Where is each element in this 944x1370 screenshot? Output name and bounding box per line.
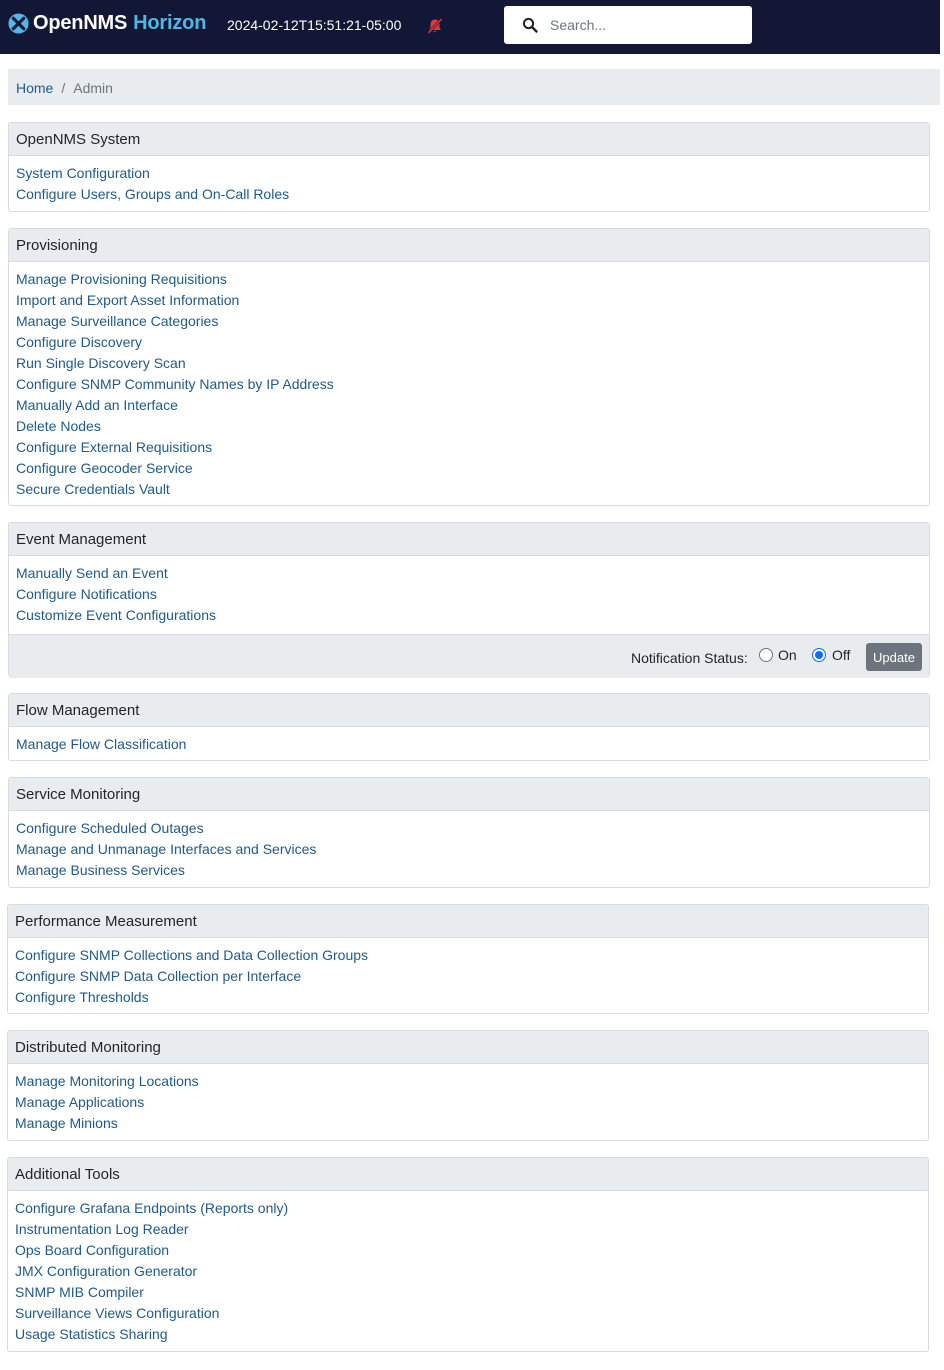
card-links: Configure SNMP Collections and Data Coll… bbox=[8, 938, 928, 1016]
link-snmp-mib-compiler[interactable]: SNMP MIB Compiler bbox=[15, 1284, 921, 1305]
link-secure-credentials-vault[interactable]: Secure Credentials Vault bbox=[16, 481, 922, 502]
notification-status-form: Notification Status: On Off Update bbox=[9, 634, 929, 678]
card-title: Service Monitoring bbox=[9, 778, 929, 811]
card-provisioning: Provisioning Manage Provisioning Requisi… bbox=[8, 228, 930, 506]
card-flow-management: Flow Management Manage Flow Classificati… bbox=[8, 693, 930, 761]
link-run-single-discovery-scan[interactable]: Run Single Discovery Scan bbox=[16, 355, 922, 376]
link-delete-nodes[interactable]: Delete Nodes bbox=[16, 418, 922, 439]
card-links: Manage Monitoring Locations Manage Appli… bbox=[8, 1064, 928, 1142]
link-manage-unmanage-interfaces[interactable]: Manage and Unmanage Interfaces and Servi… bbox=[16, 841, 922, 862]
link-import-export-assets[interactable]: Import and Export Asset Information bbox=[16, 292, 922, 313]
card-title: Provisioning bbox=[9, 229, 929, 262]
card-links: Configure Grafana Endpoints (Reports onl… bbox=[8, 1191, 928, 1353]
link-configure-scheduled-outages[interactable]: Configure Scheduled Outages bbox=[16, 820, 922, 841]
link-manage-flow-classification[interactable]: Manage Flow Classification bbox=[16, 736, 922, 757]
breadcrumb: Home / Admin bbox=[8, 69, 940, 105]
notification-status-label: Notification Status: bbox=[631, 650, 748, 666]
search-icon bbox=[522, 17, 538, 33]
link-configure-notifications[interactable]: Configure Notifications bbox=[16, 586, 922, 607]
link-manage-surveillance-categories[interactable]: Manage Surveillance Categories bbox=[16, 313, 922, 334]
card-title: Event Management bbox=[9, 523, 929, 556]
card-links: Manage Flow Classification bbox=[9, 727, 929, 763]
card-links: Manage Provisioning Requisitions Import … bbox=[9, 262, 929, 508]
card-event-management: Event Management Manually Send an Event … bbox=[8, 522, 930, 678]
notifications-off-icon[interactable] bbox=[426, 17, 444, 35]
brand-link[interactable]: OpenNMS Horizon bbox=[8, 12, 206, 35]
link-manage-minions[interactable]: Manage Minions bbox=[15, 1115, 921, 1136]
card-opennms-system: OpenNMS System System Configuration Conf… bbox=[8, 122, 930, 212]
card-links: System Configuration Configure Users, Gr… bbox=[9, 156, 929, 213]
link-configure-discovery[interactable]: Configure Discovery bbox=[16, 334, 922, 355]
card-title: Flow Management bbox=[9, 694, 929, 727]
notification-off-label[interactable]: Off bbox=[832, 647, 850, 663]
link-configure-users-groups[interactable]: Configure Users, Groups and On-Call Role… bbox=[16, 186, 922, 207]
link-configure-geocoder-service[interactable]: Configure Geocoder Service bbox=[16, 460, 922, 481]
link-configure-snmp-community-names[interactable]: Configure SNMP Community Names by IP Add… bbox=[16, 376, 922, 397]
brand-horizon: Horizon bbox=[133, 12, 207, 34]
update-button[interactable]: Update bbox=[866, 643, 922, 671]
card-title: Additional Tools bbox=[8, 1158, 928, 1191]
brand-name: OpenNMS Horizon bbox=[33, 12, 206, 35]
card-links: Configure Scheduled Outages Manage and U… bbox=[9, 811, 929, 889]
breadcrumb-separator: / bbox=[61, 80, 66, 96]
link-jmx-configuration-generator[interactable]: JMX Configuration Generator bbox=[15, 1263, 921, 1284]
link-manage-provisioning-requisitions[interactable]: Manage Provisioning Requisitions bbox=[16, 271, 922, 292]
link-manually-send-event[interactable]: Manually Send an Event bbox=[16, 565, 922, 586]
link-configure-external-requisitions[interactable]: Configure External Requisitions bbox=[16, 439, 922, 460]
link-configure-thresholds[interactable]: Configure Thresholds bbox=[15, 989, 921, 1010]
server-datetime: 2024-02-12T15:51:21-05:00 bbox=[227, 17, 402, 33]
top-navbar: OpenNMS Horizon 2024-02-12T15:51:21-05:00 bbox=[0, 0, 940, 54]
search-box[interactable] bbox=[504, 6, 752, 44]
card-service-monitoring: Service Monitoring Configure Scheduled O… bbox=[8, 777, 930, 888]
link-manage-monitoring-locations[interactable]: Manage Monitoring Locations bbox=[15, 1073, 921, 1094]
link-customize-event-configurations[interactable]: Customize Event Configurations bbox=[16, 607, 922, 628]
card-performance-measurement: Performance Measurement Configure SNMP C… bbox=[7, 904, 929, 1014]
link-configure-snmp-data-collection[interactable]: Configure SNMP Data Collection per Inter… bbox=[15, 968, 921, 989]
breadcrumb-current: Admin bbox=[73, 80, 113, 96]
link-surveillance-views-configuration[interactable]: Surveillance Views Configuration bbox=[15, 1305, 921, 1326]
opennms-logo-icon bbox=[8, 13, 29, 34]
link-manually-add-interface[interactable]: Manually Add an Interface bbox=[16, 397, 922, 418]
link-configure-grafana-endpoints[interactable]: Configure Grafana Endpoints (Reports onl… bbox=[15, 1200, 921, 1221]
link-manage-applications[interactable]: Manage Applications bbox=[15, 1094, 921, 1115]
notification-off-radio[interactable] bbox=[812, 648, 826, 662]
link-instrumentation-log-reader[interactable]: Instrumentation Log Reader bbox=[15, 1221, 921, 1242]
card-title: Performance Measurement bbox=[8, 905, 928, 938]
card-distributed-monitoring: Distributed Monitoring Manage Monitoring… bbox=[7, 1030, 929, 1141]
breadcrumb-home-link[interactable]: Home bbox=[16, 80, 53, 96]
card-title: Distributed Monitoring bbox=[8, 1031, 928, 1064]
search-input[interactable] bbox=[550, 6, 746, 44]
link-configure-snmp-collections[interactable]: Configure SNMP Collections and Data Coll… bbox=[15, 947, 921, 968]
link-usage-statistics-sharing[interactable]: Usage Statistics Sharing bbox=[15, 1326, 921, 1347]
notification-on-label[interactable]: On bbox=[778, 647, 797, 663]
card-links: Manually Send an Event Configure Notific… bbox=[9, 556, 929, 634]
card-additional-tools: Additional Tools Configure Grafana Endpo… bbox=[7, 1157, 929, 1352]
link-ops-board-configuration[interactable]: Ops Board Configuration bbox=[15, 1242, 921, 1263]
notification-on-radio[interactable] bbox=[759, 648, 773, 662]
link-system-configuration[interactable]: System Configuration bbox=[16, 165, 922, 186]
brand-opennms: OpenNMS bbox=[33, 12, 128, 34]
link-manage-business-services[interactable]: Manage Business Services bbox=[16, 862, 922, 883]
card-title: OpenNMS System bbox=[9, 123, 929, 156]
